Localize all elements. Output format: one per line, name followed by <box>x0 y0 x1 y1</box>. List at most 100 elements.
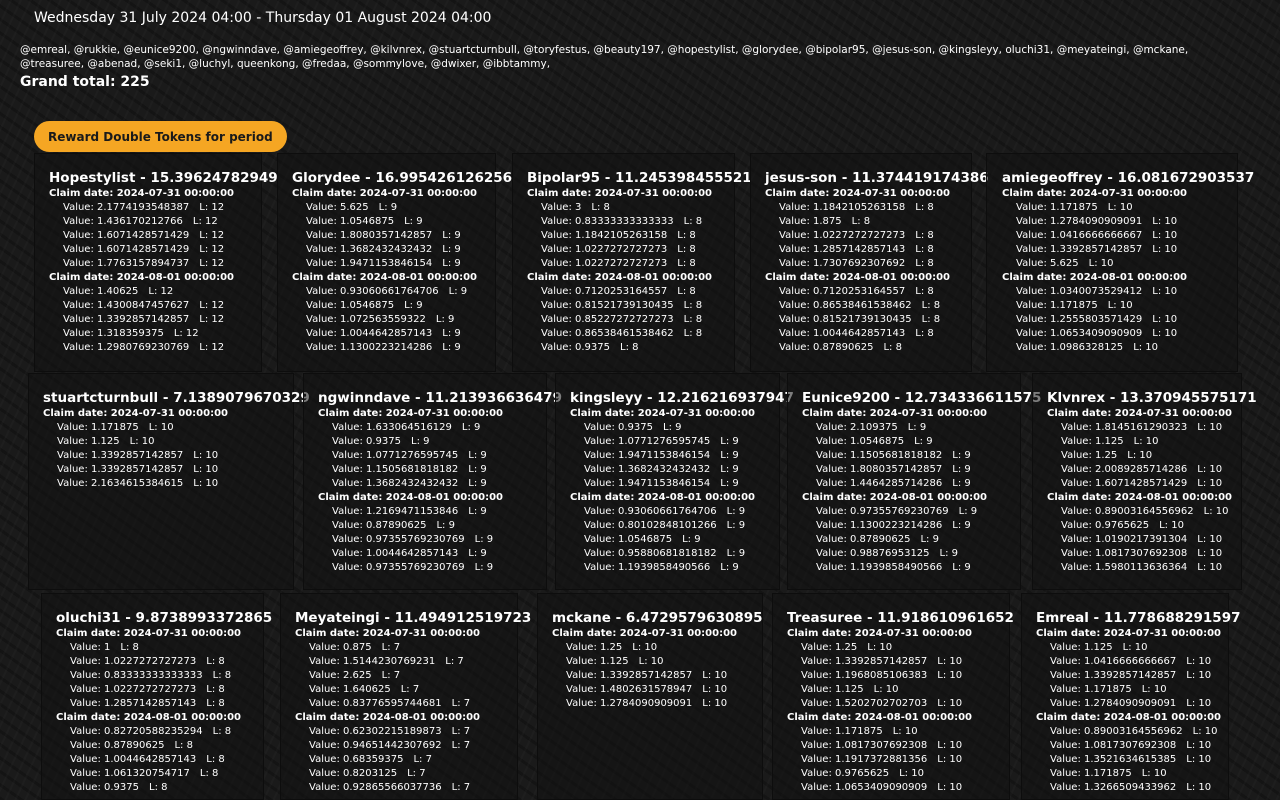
level-text: L: 9 <box>952 464 971 475</box>
value-text: Value: 1.0416666666667 <box>1050 656 1177 667</box>
value-row: Value: 0.7120253164557 L: 8 <box>527 285 734 299</box>
value-text: Value: 1.1939858490566 <box>584 562 711 573</box>
level-text: L: 7 <box>451 726 471 737</box>
level-text: L: 9 <box>442 244 461 255</box>
value-text: Value: 1.8145161290323 <box>1061 422 1188 433</box>
claim-date: Claim date: 2024-08-01 00:00:00 <box>1047 492 1232 503</box>
level-text: L: 9 <box>404 216 423 227</box>
level-text: L: 10 <box>1152 244 1178 255</box>
value-text: Value: 1.3266509433962 <box>1050 782 1177 793</box>
level-text: L: 12 <box>199 300 225 311</box>
value-text: Value: 1.6071428571429 <box>63 230 190 241</box>
value-text: Value: 0.87890625 <box>779 342 874 353</box>
level-text: L: 9 <box>720 464 739 475</box>
level-text: L: 10 <box>1152 314 1178 325</box>
value-text: Value: 0.92865566037736 <box>309 782 442 793</box>
level-text: L: 8 <box>677 244 696 255</box>
value-row: Value: 1.0546875 L: 9 <box>570 533 779 547</box>
level-text: L: 10 <box>1107 300 1133 311</box>
value-text: Value: 0.94651442307692 <box>309 740 442 751</box>
level-text: L: 10 <box>1127 450 1153 461</box>
value-row: Value: 1.125 L: 10 <box>552 655 762 669</box>
value-row: Value: 0.82720588235294 L: 8 <box>56 725 263 739</box>
value-row: Value: 1.0771276595745 L: 9 <box>318 449 546 463</box>
user-card: jesus-son - 11.374419174386 Claim date: 2… <box>750 153 989 372</box>
card-title: Eunice9200 - 12.734336611575 <box>802 390 1042 406</box>
value-text: Value: 1.125 <box>566 656 629 667</box>
value-text: Value: 0.87890625 <box>70 740 165 751</box>
level-text: L: 10 <box>1197 478 1223 489</box>
value-text: Value: 0.80102848101266 <box>584 520 717 531</box>
level-text: L: 10 <box>1152 230 1178 241</box>
level-text: L: 8 <box>883 342 902 353</box>
level-text: L: 9 <box>682 534 701 545</box>
value-text: Value: 1.2857142857143 <box>70 698 197 709</box>
value-text: Value: 1.40625 <box>63 286 139 297</box>
value-text: Value: 1.2555803571429 <box>1016 314 1143 325</box>
value-text: Value: 0.87890625 <box>332 520 427 531</box>
value-text: Value: 1.0044642857143 <box>779 328 906 339</box>
value-row: Value: 0.98876953125 L: 9 <box>802 547 1020 561</box>
value-row: Value: 1.1842105263158 L: 8 <box>765 201 971 215</box>
value-text: Value: 1.0227272727273 <box>70 684 197 695</box>
level-text: L: 12 <box>199 230 225 241</box>
value-text: Value: 1.0190217391304 <box>1061 534 1188 545</box>
value-row: Value: 1.875 L: 8 <box>765 215 971 229</box>
level-text: L: 12 <box>199 342 225 353</box>
value-text: Value: 1.640625 <box>309 684 391 695</box>
level-text: L: 8 <box>683 216 703 227</box>
value-text: Value: 1.2857142857143 <box>779 244 906 255</box>
user-list: @emreal, @rukkie, @eunice9200, @ngwinnda… <box>20 44 1189 70</box>
value-row: Value: 1.9471153846154 L: 9 <box>292 257 495 271</box>
value-row: Value: 1.171875 L: 10 <box>787 725 1009 739</box>
value-text: Value: 1.3682432432432 <box>306 244 433 255</box>
value-row: Value: 1.3392857142857 L: 10 <box>787 655 1009 669</box>
claim-date: Claim date: 2024-08-01 00:00:00 <box>295 712 480 723</box>
value-text: Value: 1.171875 <box>1050 768 1132 779</box>
level-text: L: 10 <box>937 698 963 709</box>
value-text: Value: 1.1917372881356 <box>801 754 928 765</box>
level-text: L: 10 <box>1192 726 1218 737</box>
value-row: Value: 1.40625 L: 12 <box>49 285 261 299</box>
level-text: L: 9 <box>952 520 971 531</box>
claim-date: Claim date: 2024-08-01 00:00:00 <box>56 712 241 723</box>
value-row: Value: 1.2784090909091 L: 10 <box>552 697 762 711</box>
value-text: Value: 1.2784090909091 <box>1050 698 1177 709</box>
claim-date: Claim date: 2024-08-01 00:00:00 <box>765 272 950 283</box>
card-title: Meyateingi - 11.494912519723 <box>295 610 532 626</box>
claim-date: Claim date: 2024-07-31 00:00:00 <box>295 628 480 639</box>
value-row: Value: 0.97355769230769 L: 9 <box>318 533 546 547</box>
level-text: L: 9 <box>461 422 481 433</box>
value-text: Value: 1.0227272727273 <box>70 656 197 667</box>
level-text: L: 8 <box>174 740 193 751</box>
level-text: L: 9 <box>442 258 461 269</box>
claim-date: Claim date: 2024-07-31 00:00:00 <box>49 188 234 199</box>
level-text: L: 8 <box>206 684 225 695</box>
value-row: Value: 0.9375 L: 9 <box>318 435 546 449</box>
value-row: Value: 1.2555803571429 L: 10 <box>1002 313 1237 327</box>
value-row: Value: 1.3392857142857 L: 10 <box>1002 243 1237 257</box>
level-text: L: 9 <box>720 478 739 489</box>
value-text: Value: 2.625 <box>309 670 372 681</box>
value-text: Value: 1.875 <box>779 216 842 227</box>
value-row: Value: 0.68359375 L: 7 <box>295 753 517 767</box>
level-text: L: 9 <box>958 506 978 517</box>
level-text: L: 10 <box>632 642 658 653</box>
value-text: Value: 1.436170212766 <box>63 216 183 227</box>
value-text: Value: 1.9471153846154 <box>584 450 711 461</box>
claim-date: Claim date: 2024-08-01 00:00:00 <box>318 492 503 503</box>
level-text: L: 10 <box>892 726 918 737</box>
value-text: Value: 1.171875 <box>1050 684 1132 695</box>
value-row: Value: 1.3682432432432 L: 9 <box>292 243 495 257</box>
level-text: L: 10 <box>1122 642 1148 653</box>
level-text: L: 9 <box>442 230 461 241</box>
reward-double-tokens-button[interactable]: Reward Double Tokens for period <box>34 121 287 152</box>
value-row: Value: 1.0340073529412 L: 10 <box>1002 285 1237 299</box>
value-row: Value: 1.4802631578947 L: 10 <box>552 683 762 697</box>
level-text: L: 7 <box>451 740 471 751</box>
claim-date: Claim date: 2024-08-01 00:00:00 <box>802 492 987 503</box>
user-card: Treasuree - 11.918610961652 Claim date: 2… <box>772 593 1014 800</box>
value-row: Value: 1.171875 L: 10 <box>1036 767 1228 781</box>
value-row: Value: 2.625 L: 7 <box>295 669 517 683</box>
value-text: Value: 1.3392857142857 <box>63 314 190 325</box>
